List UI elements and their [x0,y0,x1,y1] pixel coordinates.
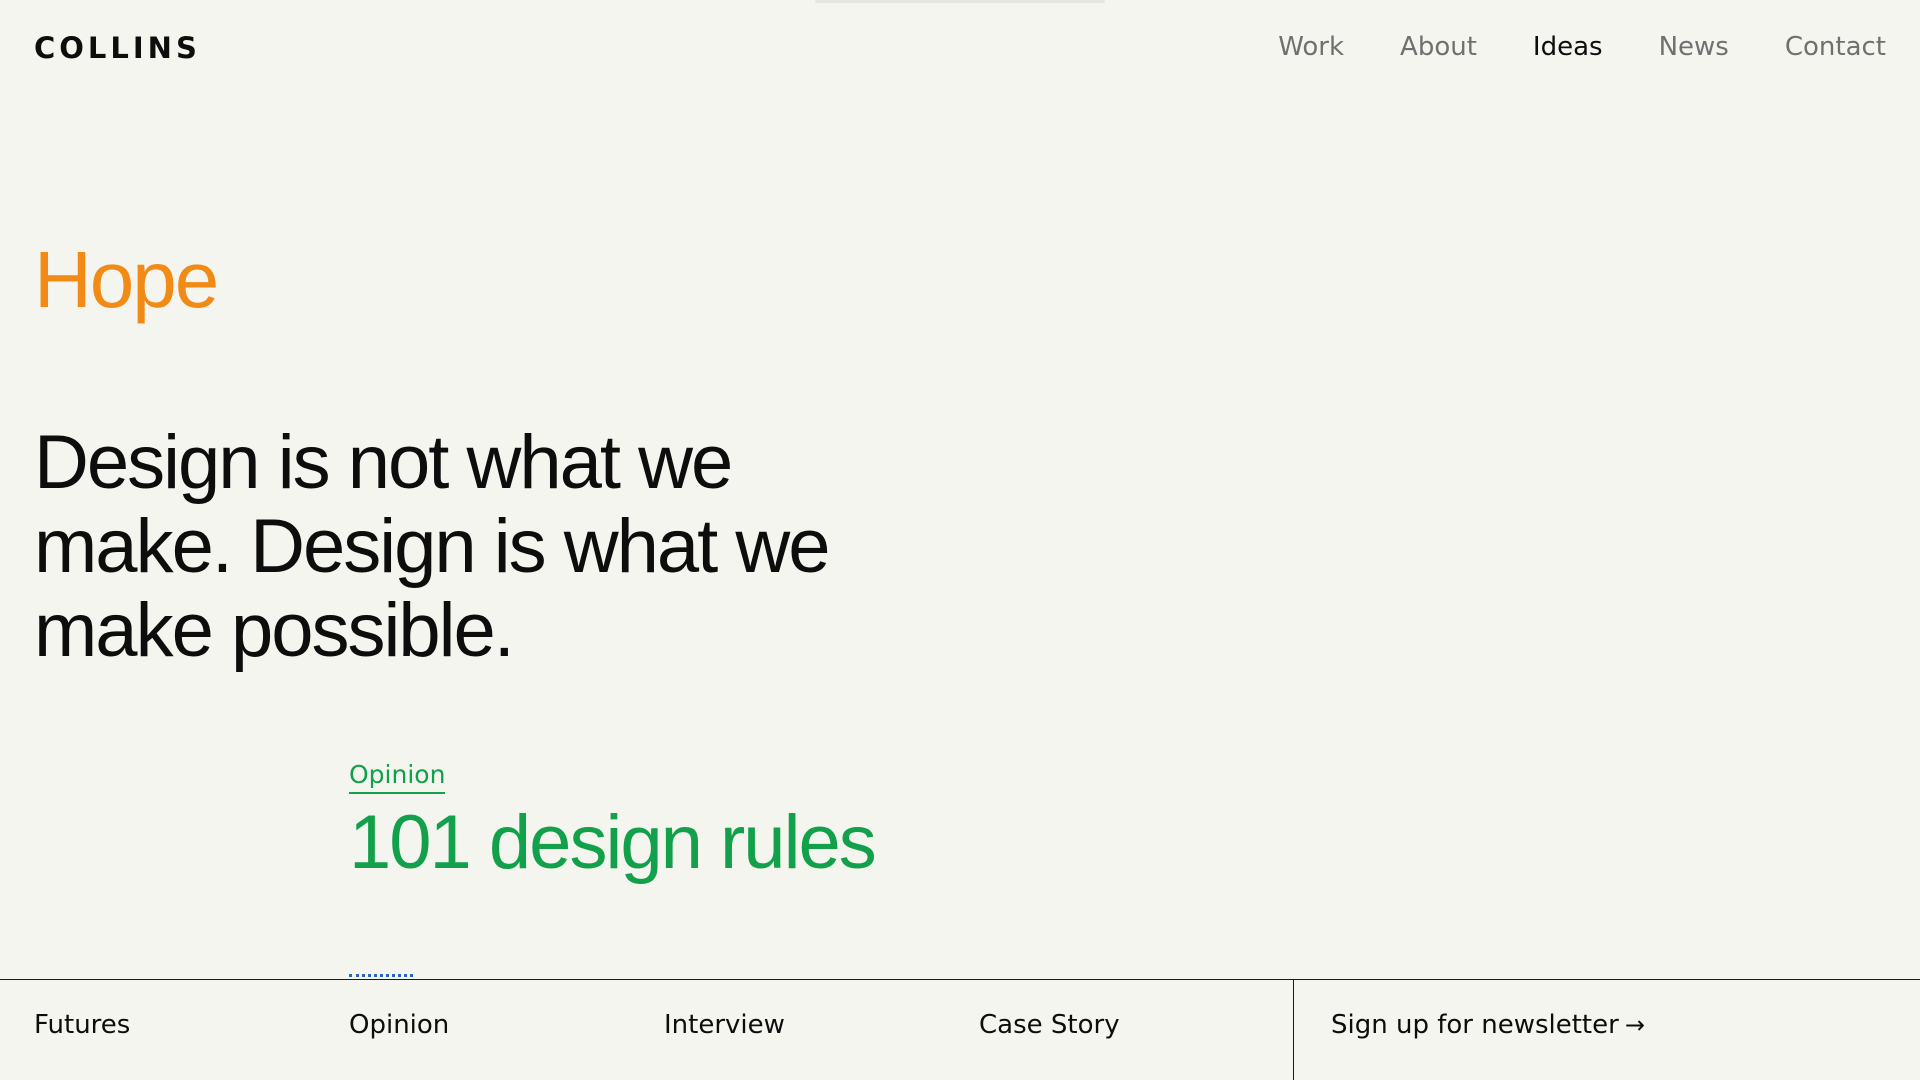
collins-logo[interactable]: COLLINS [34,34,201,63]
main-nav: Work About Ideas News Contact [1278,32,1886,63]
nav-item-news[interactable]: News [1659,32,1729,63]
nav-item-contact[interactable]: Contact [1785,32,1886,63]
article-title[interactable]: 101 design rules [349,801,877,885]
newsletter-signup-link[interactable]: Sign up for newsletter → [1331,1010,1645,1041]
nav-item-about[interactable]: About [1400,32,1477,63]
hero-quote: Design is not what we make. Design is wh… [34,420,831,673]
filter-opinion[interactable]: Opinion [349,1010,449,1041]
filter-group: Futures Opinion Interview Case Story [0,980,1294,1080]
newsletter-section: Sign up for newsletter → [1294,980,1920,1080]
filter-case-story[interactable]: Case Story [979,1010,1120,1041]
bottom-filter-bar: Futures Opinion Interview Case Story Sig… [0,979,1920,1080]
filter-interview[interactable]: Interview [664,1010,785,1041]
top-scroll-indicator [815,0,1105,3]
arrow-right-icon: → [1624,1011,1645,1040]
nav-item-work[interactable]: Work [1278,32,1344,63]
page: COLLINS Work About Ideas News Contact Ho… [0,0,1920,1080]
newsletter-signup-label: Sign up for newsletter [1331,1010,1619,1040]
filter-futures[interactable]: Futures [34,1010,130,1041]
article-category-tag[interactable]: Opinion [349,760,446,794]
category-heading-hope: Hope [34,235,219,324]
nav-item-ideas[interactable]: Ideas [1533,32,1603,63]
